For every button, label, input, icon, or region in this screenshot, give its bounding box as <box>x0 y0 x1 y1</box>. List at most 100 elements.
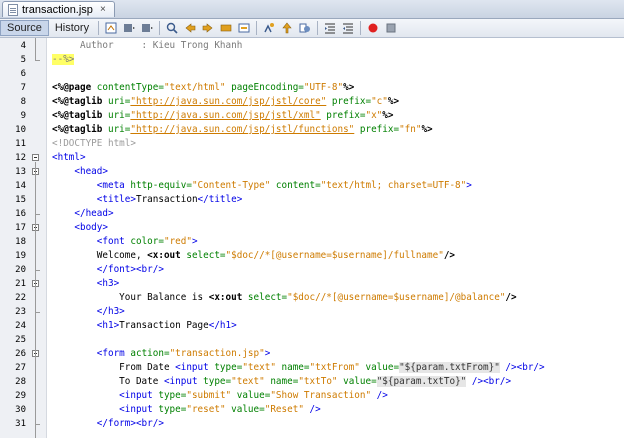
code-token: %> <box>387 96 400 107</box>
code-token: "http://java.sun.com/jsp/jstl/functions" <box>130 124 355 135</box>
code-line[interactable]: 20 </font><br/> <box>0 263 624 277</box>
line-number: 28 <box>15 377 26 387</box>
code-token: <input <box>175 362 215 373</box>
code-text: <form action="transaction.jsp"> <box>52 347 271 361</box>
line-number: 19 <box>15 251 26 261</box>
line-number: 26 <box>15 349 26 359</box>
last-edit-icon[interactable] <box>104 21 118 35</box>
code-line[interactable]: 6 <box>0 67 624 81</box>
code-token: </h3> <box>52 306 125 317</box>
code-token: "transaction.jsp" <box>169 348 265 359</box>
code-token: select= <box>242 292 288 303</box>
code-token: page <box>68 82 92 93</box>
code-token: <x:out <box>208 292 243 303</box>
jsp-file-icon <box>8 3 18 16</box>
code-line[interactable]: 19 Welcome, <x:out select="$doc//*[@user… <box>0 249 624 263</box>
code-line[interactable]: 15 <title>Transaction</title> <box>0 193 624 207</box>
code-text: <input type="reset" value="Reset" /> <box>52 403 321 417</box>
code-line[interactable]: 5 --%> <box>0 53 624 67</box>
fold-guide-line <box>35 38 36 60</box>
toolbar-separator <box>360 21 362 35</box>
file-tab-transaction-jsp[interactable]: transaction.jsp × <box>2 1 115 17</box>
code-line[interactable]: 14 <meta http-equiv="Content-Type" conte… <box>0 179 624 193</box>
next-bookmark-icon[interactable] <box>298 21 312 35</box>
shift-left-icon[interactable] <box>323 21 337 35</box>
code-token: > <box>191 236 198 247</box>
code-token: type= <box>203 376 232 387</box>
fold-end-marker <box>35 424 40 425</box>
code-line[interactable]: 9 <%@taglib uri="http://java.sun.com/jsp/… <box>0 109 624 123</box>
line-number: 30 <box>15 405 26 415</box>
toggle-highlight-icon[interactable] <box>237 21 251 35</box>
code-line[interactable]: 11 <!DOCTYPE html> <box>0 137 624 151</box>
find-previous-icon[interactable] <box>183 21 197 35</box>
code-token: Transaction <box>135 194 198 205</box>
code-line[interactable]: 24 <h1>Transaction Page</h1> <box>0 319 624 333</box>
fold-toggle-icon[interactable] <box>32 154 39 161</box>
code-line[interactable]: 21 <h3> <box>0 277 624 291</box>
code-line[interactable]: 25 <box>0 333 624 347</box>
code-token: </title> <box>197 194 243 205</box>
code-line[interactable]: 29 <input type="submit" value="Show Tran… <box>0 389 624 403</box>
code-token: "text" <box>231 376 265 387</box>
code-token: action= <box>130 348 170 359</box>
code-line[interactable]: 27 From Date <input type="text" name="tx… <box>0 361 624 375</box>
code-text: <html> <box>52 151 86 165</box>
toggle-bookmark-icon[interactable] <box>262 21 276 35</box>
code-line[interactable]: 12 <html> <box>0 151 624 165</box>
code-token: </form><br/> <box>52 418 164 429</box>
source-mode-tab[interactable]: Source <box>0 20 49 36</box>
forward-icon[interactable] <box>140 21 154 35</box>
code-token: uri= <box>102 124 131 135</box>
line-number: 29 <box>15 391 26 401</box>
code-token: <title> <box>52 194 136 205</box>
code-token: "c" <box>371 96 388 107</box>
code-line[interactable]: 8 <%@taglib uri="http://java.sun.com/jsp/… <box>0 95 624 109</box>
code-text: <%@page contentType="text/html" pageEnco… <box>52 81 354 95</box>
code-text: Author : Kieu Trong Khanh <box>52 39 242 53</box>
history-mode-tab[interactable]: History <box>49 20 95 36</box>
code-line[interactable]: 26 <form action="transaction.jsp"> <box>0 347 624 361</box>
code-text: To Date <input type="text" name="txtTo" … <box>52 375 511 389</box>
code-line[interactable]: 23 </h3> <box>0 305 624 319</box>
line-number: 22 <box>15 293 26 303</box>
code-token: %> <box>382 110 394 121</box>
code-token: "Content-Type" <box>191 180 271 191</box>
code-token: <%@ <box>52 110 69 121</box>
find-icon[interactable] <box>165 21 179 35</box>
code-line[interactable]: 28 To Date <input type="text" name="txtT… <box>0 375 624 389</box>
code-token: value= <box>231 390 271 401</box>
code-line[interactable]: 10 <%@taglib uri="http://java.sun.com/jsp… <box>0 123 624 137</box>
code-line[interactable]: 31 </form><br/> <box>0 417 624 431</box>
line-number: 6 <box>20 69 26 79</box>
code-token: %> <box>421 124 433 135</box>
close-tab-icon[interactable]: × <box>100 4 106 15</box>
code-token: > <box>264 348 271 359</box>
code-line[interactable]: 18 <font color="red"> <box>0 235 624 249</box>
previous-bookmark-icon[interactable] <box>280 21 294 35</box>
code-token: /> <box>443 250 456 261</box>
code-text: --%> <box>52 53 75 67</box>
code-line[interactable]: 4 Author : Kieu Trong Khanh <box>0 39 624 53</box>
find-next-icon[interactable] <box>201 21 215 35</box>
code-token: "reset" <box>186 404 226 415</box>
code-token: "$doc//*[@username=$username]/fullname" <box>225 250 444 261</box>
code-line[interactable]: 16 </head> <box>0 207 624 221</box>
code-line[interactable]: 30 <input type="reset" value="Reset" /> <box>0 403 624 417</box>
code-token: /> <box>466 376 484 387</box>
code-token: select= <box>180 250 226 261</box>
shift-right-icon[interactable] <box>341 21 355 35</box>
start-macro-icon[interactable] <box>366 21 380 35</box>
find-selection-icon[interactable] <box>219 21 233 35</box>
code-line[interactable]: 7 <%@page contentType="text/html" pageEnc… <box>0 81 624 95</box>
code-token: <input <box>52 390 159 401</box>
line-number: 16 <box>15 209 26 219</box>
code-token: > <box>466 180 472 191</box>
back-icon[interactable] <box>122 21 136 35</box>
code-line[interactable]: 13 <head> <box>0 165 624 179</box>
line-number: 4 <box>20 41 26 51</box>
stop-macro-icon[interactable] <box>384 21 398 35</box>
code-token: "txtFrom" <box>309 362 360 373</box>
code-line[interactable]: 22 Your Balance is <x:out select="$doc//… <box>0 291 624 305</box>
code-line[interactable]: 17 <body> <box>0 221 624 235</box>
